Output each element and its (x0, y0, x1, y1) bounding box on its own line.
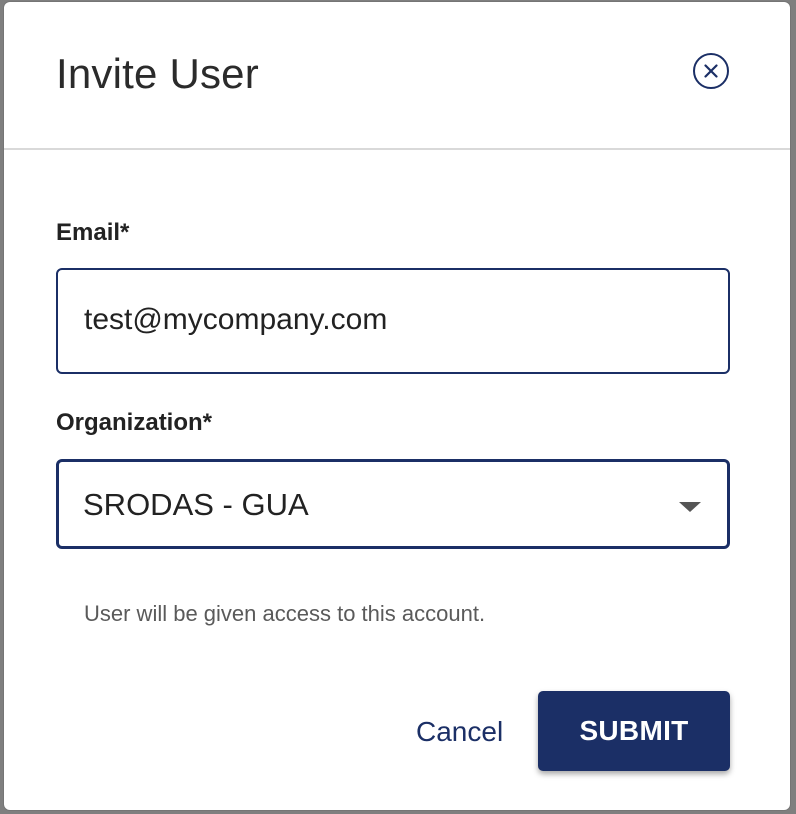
header-divider (4, 148, 790, 150)
email-field[interactable] (84, 300, 684, 340)
email-label: Email* (56, 219, 130, 246)
submit-button[interactable]: SUBMIT (538, 691, 730, 771)
helper-text: User will be given access to this accoun… (84, 601, 486, 626)
chevron-down-icon (679, 502, 701, 512)
close-button[interactable] (693, 53, 729, 89)
dialog-header: Invite User (4, 2, 790, 148)
cancel-button[interactable]: Cancel (408, 712, 511, 752)
organization-label: Organization* (56, 409, 213, 436)
organization-select[interactable]: SRODAS - GUA (56, 459, 730, 549)
email-field-container[interactable] (56, 268, 730, 374)
invite-user-dialog: Invite User Email* Organization* SRODAS … (4, 2, 790, 810)
dialog-title: Invite User (56, 50, 259, 97)
organization-selected-value: SRODAS - GUA (83, 487, 309, 522)
close-icon (704, 64, 718, 78)
